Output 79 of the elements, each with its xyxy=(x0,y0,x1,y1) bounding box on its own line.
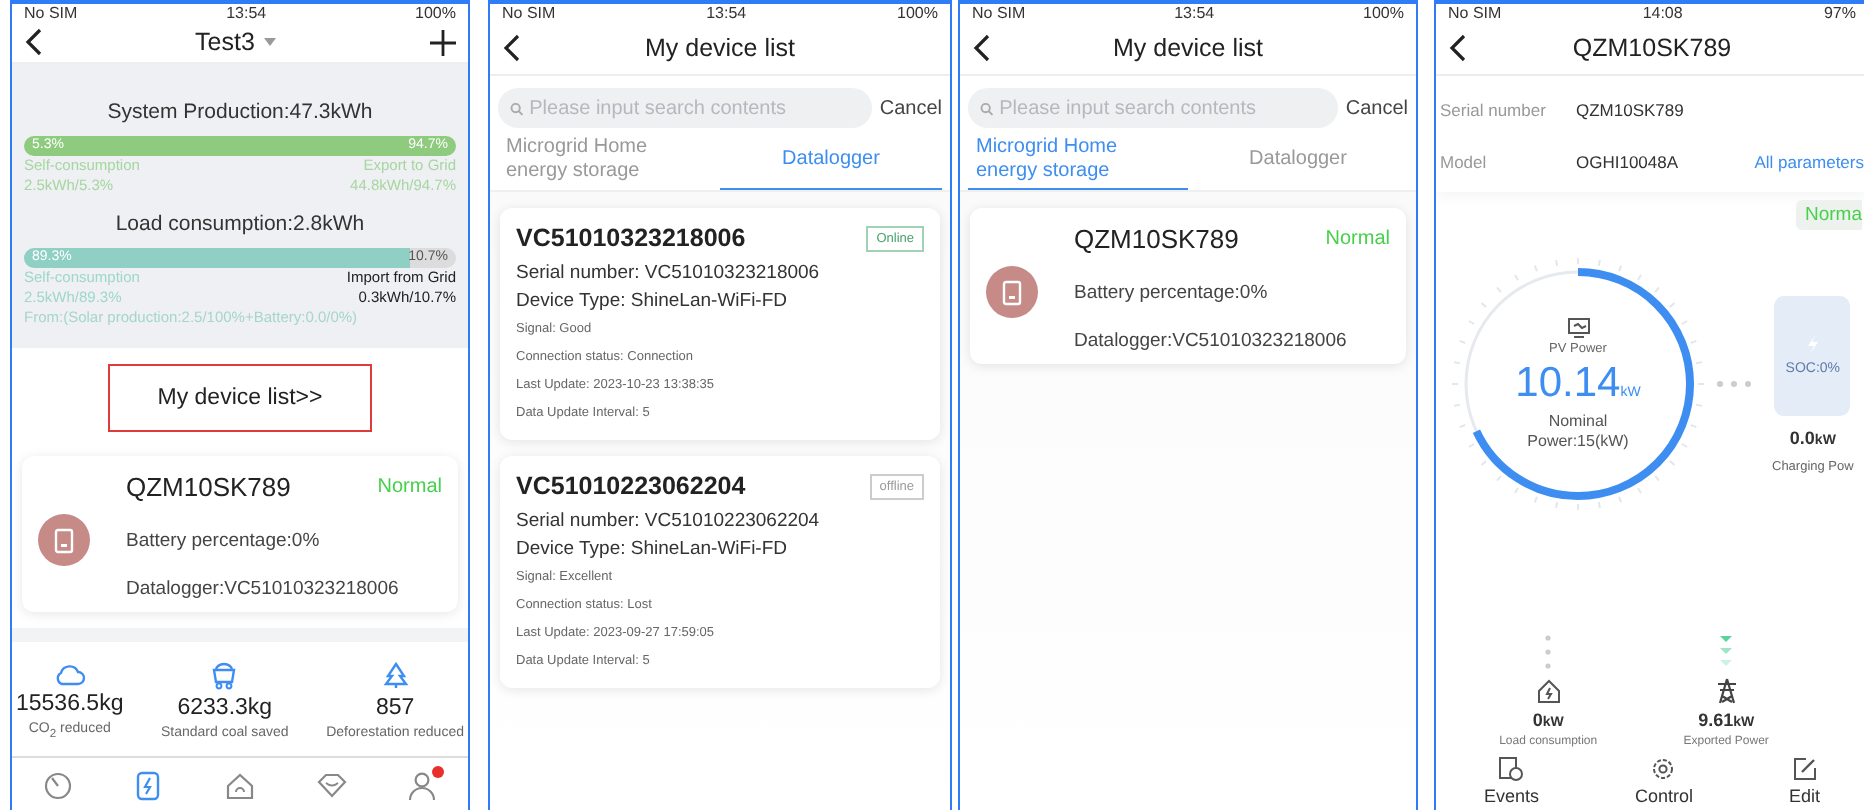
house-icon xyxy=(1535,678,1562,704)
back-icon[interactable] xyxy=(1448,34,1466,62)
battery-percentage: Battery percentage:0% xyxy=(126,529,322,552)
stat-value: 857 xyxy=(375,695,415,720)
flow-arrows-icon xyxy=(1718,632,1735,672)
user-tab-icon[interactable] xyxy=(406,770,439,802)
serial-number: Serial number: VC51010323218006 xyxy=(516,260,822,288)
screen-title: My device list xyxy=(1110,34,1266,62)
back-icon[interactable] xyxy=(502,34,520,62)
consumption-title: Load consumption:2.8kWh xyxy=(113,212,367,237)
battery-text: 97% xyxy=(1823,4,1856,22)
cart-icon xyxy=(210,661,239,690)
nominal-power: Nominal Power:15(kW) xyxy=(1525,411,1631,451)
device-avatar-icon xyxy=(38,514,90,567)
stat-value: 15536.5kg xyxy=(16,691,124,716)
back-icon[interactable] xyxy=(972,34,990,62)
datalogger-text: Datalogger:VC51010323218006 xyxy=(1074,330,1349,352)
service-tab-icon[interactable] xyxy=(315,770,348,802)
status-badge: Norma xyxy=(1796,200,1862,230)
device-list-link[interactable]: My device list>> xyxy=(107,364,373,433)
carrier-text: No SIM xyxy=(24,4,78,22)
device-type: Device Type: ShineLan-WiFi-FD xyxy=(516,288,790,316)
battery-text: 100% xyxy=(415,4,456,22)
cancel-button[interactable]: Cancel xyxy=(1345,97,1408,119)
battery-percentage: Battery percentage:0% xyxy=(1074,281,1270,303)
serial-number-label: Serial number xyxy=(1440,100,1548,120)
dashboard-tab-icon[interactable] xyxy=(41,770,74,802)
battery-text: 100% xyxy=(897,4,938,22)
document-clock-icon xyxy=(1498,756,1525,782)
stat-value: 6233.3kg xyxy=(177,695,273,720)
model-value: OGHI10048A xyxy=(1576,152,1681,172)
model-label: Model xyxy=(1440,152,1489,172)
serial-number-value: QZM10SK789 xyxy=(1576,100,1686,120)
battery-text: 100% xyxy=(1363,4,1404,22)
home-tab-icon[interactable] xyxy=(223,770,256,802)
cancel-button[interactable]: Cancel xyxy=(879,97,942,119)
carrier-text: No SIM xyxy=(502,4,556,22)
caret-icon[interactable] xyxy=(264,38,277,47)
device-status: Normal xyxy=(377,476,442,499)
status-time: 13:54 xyxy=(706,4,747,22)
edit-icon xyxy=(1791,756,1818,782)
status-time: 13:54 xyxy=(1174,4,1215,22)
datalogger-text: Datalogger:VC51010323218006 xyxy=(126,578,401,601)
tree-icon xyxy=(381,661,410,690)
device-card[interactable]: QZM10SK789 Normal Battery percentage:0% Datalogger:VC51010323218006 xyxy=(22,456,458,613)
search-field[interactable]: Please input search contents xyxy=(498,88,872,128)
flow-dots-icon xyxy=(1716,380,1752,388)
screen-title: My device list xyxy=(642,34,798,62)
screen-title: QZM10SK789 xyxy=(1570,34,1734,62)
carrier-text: No SIM xyxy=(1448,4,1502,22)
production-title: System Production:47.3kWh xyxy=(105,100,375,125)
carrier-text: No SIM xyxy=(972,4,1026,22)
device-type: Device Type: ShineLan-WiFi-FD xyxy=(516,536,790,564)
plus-icon[interactable] xyxy=(430,29,456,56)
flow-dots-icon xyxy=(1544,632,1553,672)
back-icon[interactable] xyxy=(24,28,42,57)
events-button[interactable]: Events xyxy=(1483,756,1539,806)
device-card[interactable]: QZM10SK789 Normal Battery percentage:0% Datalogger:VC51010323218006 xyxy=(970,208,1406,364)
datalogger-name: VC51010323218006 xyxy=(516,224,746,252)
device-avatar-icon xyxy=(986,266,1038,318)
settings-icon xyxy=(1650,756,1677,782)
device-name: QZM10SK789 xyxy=(1074,224,1241,254)
device-name: QZM10SK789 xyxy=(126,472,293,503)
search-icon xyxy=(510,101,524,115)
search-icon xyxy=(980,101,994,115)
bolt-icon xyxy=(1805,334,1820,354)
cloud-icon xyxy=(53,661,86,686)
plant-tab-icon[interactable] xyxy=(132,770,165,802)
datalogger-name: VC51010223062204 xyxy=(516,472,746,500)
search-field[interactable]: Please input search contents xyxy=(968,88,1338,128)
screen-title[interactable]: Test3 xyxy=(195,28,255,57)
edit-button[interactable]: Edit xyxy=(1788,756,1820,806)
solar-panel-icon xyxy=(1567,317,1589,337)
control-button[interactable]: Control xyxy=(1634,756,1693,806)
status-time: 14:08 xyxy=(1642,4,1683,22)
serial-number: Serial number: VC51010223062204 xyxy=(516,508,822,536)
device-status: Normal xyxy=(1325,228,1390,250)
status-time: 13:54 xyxy=(226,4,267,22)
power-tower-icon xyxy=(1713,678,1740,704)
